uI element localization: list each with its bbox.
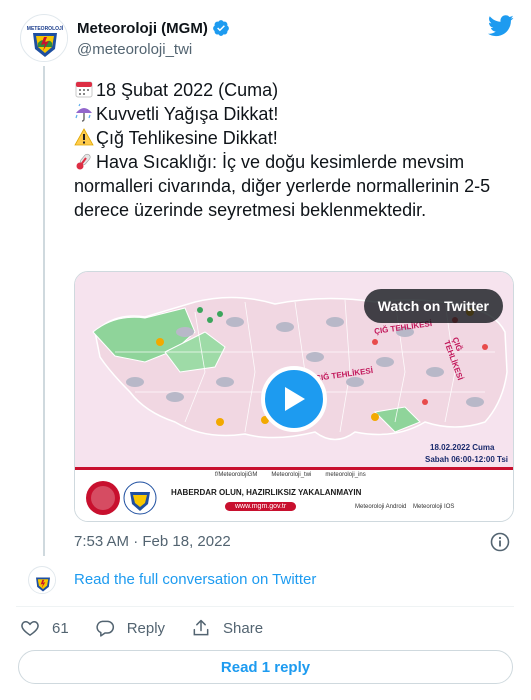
map-date-label: 18.02.2022 Cuma	[430, 443, 495, 452]
tweet-line-temperature: Hava Sıcaklığı: İç ve doğu kesimlerde me…	[74, 150, 514, 222]
map-url: www.mgm.gov.tr	[225, 502, 297, 511]
ministry-logos	[86, 481, 157, 515]
thermometer-icon	[76, 153, 91, 170]
tweet-timestamp[interactable]: 7:53 AM · Feb 18, 2022	[74, 533, 231, 550]
ios-app-label: Meteoroloji IOS	[413, 504, 455, 510]
tweet-avalanche-warning: Çığ Tehlikesine Dikkat!	[96, 128, 278, 148]
twitter-bird-icon[interactable]	[488, 15, 514, 37]
facebook-handle: f/MeteorolojiGM	[215, 472, 258, 478]
umbrella-rain-icon	[75, 103, 92, 122]
share-label: Share	[223, 619, 264, 637]
reply-label: Reply	[126, 619, 166, 637]
play-button[interactable]	[261, 366, 327, 432]
actions-divider	[16, 606, 514, 607]
account-avatar[interactable]: METEOROLOJİ	[20, 14, 68, 62]
map-time-label: Sabah 06:00-12:00 Tsi	[425, 455, 509, 464]
video-media[interactable]: ÇIĞ TEHLİKESİ ÇIĞ TEHLİKESİ ÇIĞ TEHLİKES…	[74, 271, 514, 522]
tweet-text: 18 Şubat 2022 (Cuma) Kuvvetli Yağışa Dik…	[74, 78, 514, 222]
account-display-name[interactable]: Meteoroloji (MGM)	[77, 20, 208, 37]
account-handle[interactable]: @meteoroloji_twi	[77, 41, 192, 58]
map-slogan: HABERDAR OLUN, HAZIRLIKSIZ YAKALANMAYIN	[171, 488, 362, 497]
account-name-row[interactable]: Meteoroloji (MGM)	[77, 19, 230, 37]
like-button[interactable]: 61	[20, 618, 69, 638]
map-app-links: Meteoroloji Android Meteoroloji IOS	[355, 504, 454, 510]
like-count: 61	[52, 619, 69, 637]
verified-badge-icon	[212, 20, 229, 36]
share-icon	[193, 619, 209, 636]
info-icon[interactable]	[490, 532, 510, 552]
social-handles-strip: f/MeteorolojiGM Meteoroloji_twi meteorol…	[215, 472, 513, 482]
tweet-actions-bar: 61 Reply Share	[20, 618, 289, 638]
watch-on-twitter-button[interactable]: Watch on Twitter	[363, 289, 503, 323]
tweet-rain-warning: Kuvvetli Yağışa Dikkat!	[96, 104, 279, 124]
tweet-line-date: 18 Şubat 2022 (Cuma)	[74, 78, 514, 102]
warning-icon	[74, 128, 94, 146]
calendar-icon	[75, 81, 93, 98]
android-app-label: Meteoroloji Android	[355, 504, 407, 510]
read-conversation-link[interactable]: Read the full conversation on Twitter	[74, 571, 316, 588]
reply-button[interactable]: Reply	[95, 618, 165, 638]
read-reply-button[interactable]: Read 1 reply	[18, 650, 513, 684]
avatar-logo-text: METEOROLOJİ	[27, 25, 64, 32]
conversation-avatar[interactable]	[28, 566, 56, 594]
tweet-line-avalanche: Çığ Tehlikesine Dikkat!	[74, 126, 514, 150]
instagram-handle: meteoroloji_ins	[325, 472, 366, 478]
reply-icon	[96, 620, 114, 637]
tweet-line-rain: Kuvvetli Yağışa Dikkat!	[74, 102, 514, 126]
heart-icon	[21, 620, 39, 636]
thread-connector-line	[43, 66, 45, 556]
twitter-handle: Meteoroloji_twi	[271, 472, 312, 478]
tweet-date-text: 18 Şubat 2022 (Cuma)	[96, 80, 279, 100]
share-button[interactable]: Share	[191, 618, 263, 638]
tweet-temperature-text: Hava Sıcaklığı: İç ve doğu kesimlerde me…	[74, 152, 491, 220]
tweet-embed-card: METEOROLOJİ Meteoroloji (MGM) @meteorolo…	[0, 0, 531, 700]
play-icon	[285, 387, 305, 411]
